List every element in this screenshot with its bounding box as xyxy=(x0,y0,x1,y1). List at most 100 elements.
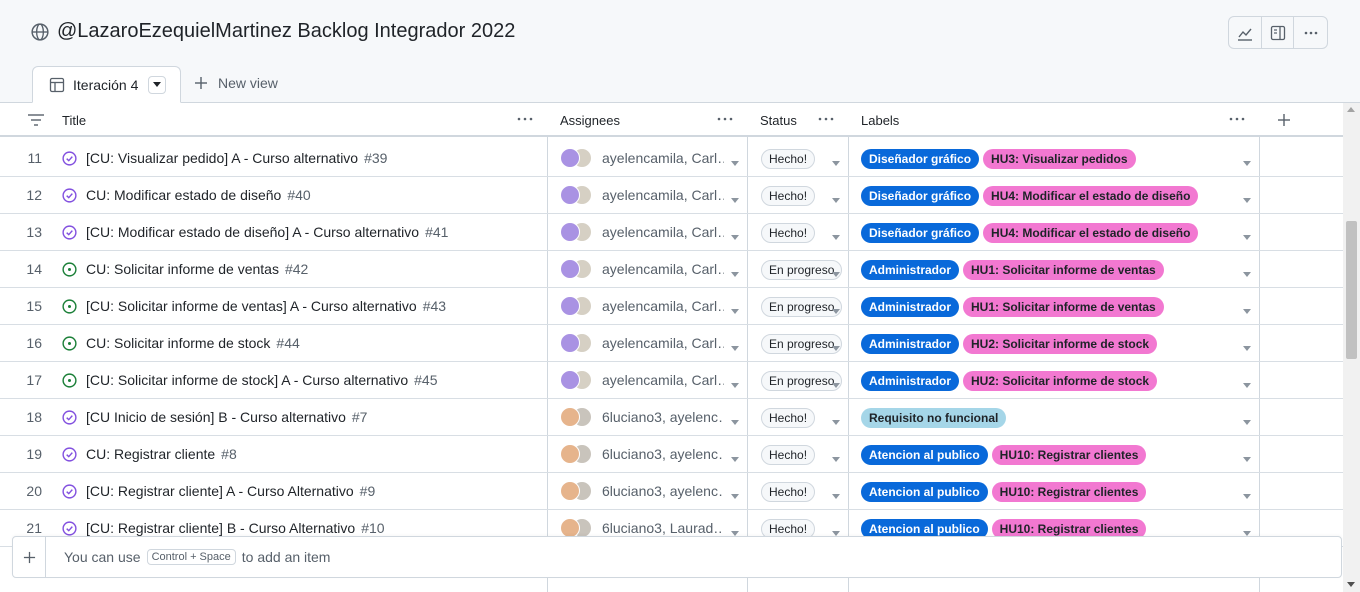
issue-title[interactable]: CU: Solicitar informe de stock #44 xyxy=(86,325,300,361)
column-header-status[interactable]: Status xyxy=(760,103,797,137)
chevron-down-icon[interactable] xyxy=(1242,450,1252,462)
add-item-bar[interactable]: You can use Control + Space to add an it… xyxy=(12,536,1342,578)
new-view-button[interactable]: New view xyxy=(194,75,278,91)
status-badge[interactable]: Hecho! xyxy=(761,149,816,169)
labels-cell[interactable]: Diseñador gráfico HU3: Visualizar pedidos xyxy=(861,149,1136,169)
chevron-down-icon[interactable] xyxy=(730,524,740,536)
table-row[interactable]: 14 CU: Solicitar informe de ventas #42 ayel… xyxy=(0,251,1343,288)
issue-title-text[interactable]: [CU: Registrar cliente] B - Curso Altern… xyxy=(86,520,355,536)
chevron-down-icon[interactable] xyxy=(1242,191,1252,203)
issue-title-text[interactable]: CU: Solicitar informe de ventas xyxy=(86,261,279,277)
chevron-down-icon[interactable] xyxy=(1242,228,1252,240)
column-header-assignees[interactable]: Assignees xyxy=(560,103,620,137)
table-row[interactable]: 12 CU: Modificar estado de diseño #40 ayele… xyxy=(0,177,1343,214)
assignees-text[interactable]: ayelencamila, Carl… xyxy=(602,214,724,250)
issue-title[interactable]: [CU: Modificar estado de diseño] A - Cur… xyxy=(86,214,448,250)
chevron-down-icon[interactable] xyxy=(831,376,841,388)
chevron-down-icon[interactable] xyxy=(1242,524,1252,536)
issue-title-text[interactable]: [CU: Registrar cliente] A - Curso Altern… xyxy=(86,483,354,499)
issue-title-text[interactable]: CU: Registrar cliente xyxy=(86,446,215,462)
tab-iteracion-4[interactable]: Iteración 4 xyxy=(32,66,181,103)
issue-title[interactable]: CU: Modificar estado de diseño #40 xyxy=(86,177,311,213)
issue-title[interactable]: CU: Registrar cliente #8 xyxy=(86,436,237,472)
chevron-down-icon[interactable] xyxy=(1242,376,1252,388)
chevron-down-icon[interactable] xyxy=(730,450,740,462)
chevron-down-icon[interactable] xyxy=(1242,487,1252,499)
status-column-menu[interactable] xyxy=(816,111,836,127)
chevron-down-icon[interactable] xyxy=(730,191,740,203)
view-options-button[interactable] xyxy=(148,75,167,94)
issue-title-text[interactable]: [CU: Modificar estado de diseño] A - Cur… xyxy=(86,224,419,240)
assignees-text[interactable]: ayelencamila, Carl… xyxy=(602,140,724,176)
issue-title[interactable]: [CU: Solicitar informe de ventas] A - Cu… xyxy=(86,288,446,324)
table-row[interactable]: 15 [CU: Solicitar informe de ventas] A - … xyxy=(0,288,1343,325)
table-row[interactable]: 11 [CU: Visualizar pedido] A - Curso alte… xyxy=(0,140,1343,177)
issue-title[interactable]: [CU: Visualizar pedido] A - Curso altern… xyxy=(86,140,387,176)
chevron-down-icon[interactable] xyxy=(1242,413,1252,425)
chevron-down-icon[interactable] xyxy=(831,265,841,277)
insights-button[interactable] xyxy=(1229,17,1262,48)
chevron-down-icon[interactable] xyxy=(831,154,841,166)
issue-title[interactable]: CU: Solicitar informe de ventas #42 xyxy=(86,251,308,287)
assignees-text[interactable]: 6luciano3, ayelenc… xyxy=(602,399,724,435)
assignees-text[interactable]: ayelencamila, Carl… xyxy=(602,288,724,324)
chevron-down-icon[interactable] xyxy=(831,191,841,203)
chevron-down-icon[interactable] xyxy=(831,302,841,314)
issue-title-text[interactable]: [CU: Solicitar informe de ventas] A - Cu… xyxy=(86,298,417,314)
chevron-down-icon[interactable] xyxy=(730,228,740,240)
add-field-button[interactable] xyxy=(1274,112,1294,128)
issue-title-text[interactable]: CU: Solicitar informe de stock xyxy=(86,335,270,351)
labels-cell[interactable]: Administrador HU1: Solicitar informe de v… xyxy=(861,260,1164,280)
issue-title-text[interactable]: [CU: Solicitar informe de stock] A - Cur… xyxy=(86,372,408,388)
chevron-down-icon[interactable] xyxy=(730,302,740,314)
chevron-down-icon[interactable] xyxy=(831,228,841,240)
status-badge[interactable]: Hecho! xyxy=(761,482,816,502)
scroll-up-arrow[interactable] xyxy=(1347,107,1355,112)
status-badge[interactable]: Hecho! xyxy=(761,223,816,243)
chevron-down-icon[interactable] xyxy=(730,339,740,351)
table-row[interactable]: 19 CU: Registrar cliente #8 6luciano3, ayel… xyxy=(0,436,1343,473)
title-column-menu[interactable] xyxy=(515,111,535,127)
labels-cell[interactable]: Requisito no funcional xyxy=(861,408,1007,428)
chevron-down-icon[interactable] xyxy=(730,376,740,388)
chevron-down-icon[interactable] xyxy=(831,339,841,351)
table-row[interactable]: 17 [CU: Solicitar informe de stock] A - C… xyxy=(0,362,1343,399)
status-badge[interactable]: Hecho! xyxy=(761,408,816,428)
table-row[interactable]: 20 [CU: Registrar cliente] A - Curso Alte… xyxy=(0,473,1343,510)
column-header-title[interactable]: Title xyxy=(62,103,86,137)
assignees-text[interactable]: 6luciano3, ayelenc… xyxy=(602,473,724,509)
issue-title[interactable]: [CU: Solicitar informe de stock] A - Cur… xyxy=(86,362,437,398)
assignees-text[interactable]: ayelencamila, Carl… xyxy=(602,325,724,361)
issue-title[interactable]: [CU: Registrar cliente] A - Curso Altern… xyxy=(86,473,375,509)
issue-title-text[interactable]: [CU: Visualizar pedido] A - Curso altern… xyxy=(86,150,358,166)
vertical-scrollbar[interactable] xyxy=(1343,103,1360,592)
chevron-down-icon[interactable] xyxy=(831,524,841,536)
labels-cell[interactable]: Atencion al publico HU10: Registrar clien… xyxy=(861,482,1147,502)
status-badge[interactable]: Hecho! xyxy=(761,186,816,206)
chevron-down-icon[interactable] xyxy=(831,487,841,499)
assignees-text[interactable]: ayelencamila, Carl… xyxy=(602,251,724,287)
scroll-thumb[interactable] xyxy=(1346,221,1357,359)
table-row[interactable]: 18 [CU Inicio de sesión] B - Curso altern… xyxy=(0,399,1343,436)
chevron-down-icon[interactable] xyxy=(730,265,740,277)
scroll-down-arrow[interactable] xyxy=(1347,582,1355,587)
labels-cell[interactable]: Administrador HU2: Solicitar informe de s… xyxy=(861,371,1158,391)
chevron-down-icon[interactable] xyxy=(1242,265,1252,277)
labels-column-menu[interactable] xyxy=(1227,111,1247,127)
table-row[interactable]: 16 CU: Solicitar informe de stock #44 ayele… xyxy=(0,325,1343,362)
chevron-down-icon[interactable] xyxy=(1242,302,1252,314)
chevron-down-icon[interactable] xyxy=(831,413,841,425)
chevron-down-icon[interactable] xyxy=(730,487,740,499)
chevron-down-icon[interactable] xyxy=(831,450,841,462)
labels-cell[interactable]: Administrador HU1: Solicitar informe de v… xyxy=(861,297,1164,317)
chevron-down-icon[interactable] xyxy=(1242,154,1252,166)
labels-cell[interactable]: Administrador HU2: Solicitar informe de s… xyxy=(861,334,1158,354)
chevron-down-icon[interactable] xyxy=(1242,339,1252,351)
issue-title-text[interactable]: CU: Modificar estado de diseño xyxy=(86,187,281,203)
status-badge[interactable]: Hecho! xyxy=(761,445,816,465)
add-item-button[interactable] xyxy=(13,537,46,577)
chevron-down-icon[interactable] xyxy=(730,413,740,425)
labels-cell[interactable]: Diseñador gráfico HU4: Modificar el estad… xyxy=(861,223,1199,243)
filter-icon[interactable] xyxy=(28,114,44,126)
assignees-text[interactable]: 6luciano3, ayelenc… xyxy=(602,436,724,472)
